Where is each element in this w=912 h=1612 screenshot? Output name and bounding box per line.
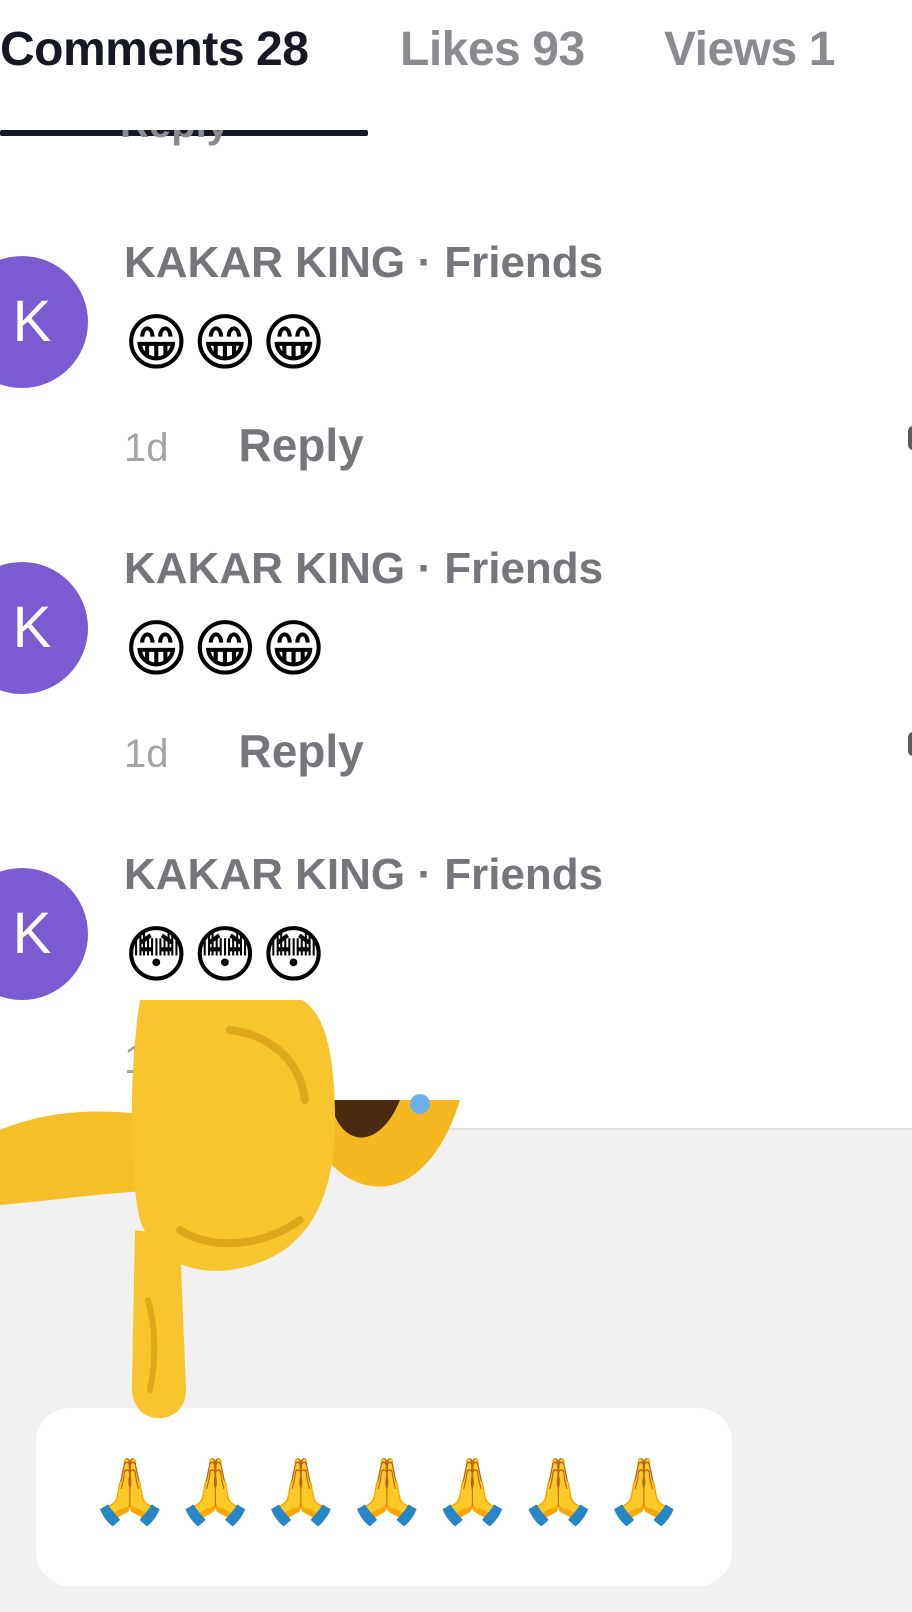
avatar[interactable]: K [0,562,88,694]
comment-author-line: KAKAR KING · Friends [124,850,603,900]
author-relation: Friends [444,238,604,287]
author-separator: · [405,544,445,593]
comment-author-line: KAKAR KING · Friends [124,544,603,594]
avatar[interactable]: K [0,256,88,388]
comment-item: K KAKAR KING · Friends 😁😁😁 1d Reply [0,138,912,471]
tab-views[interactable]: Views 1 [664,22,864,77]
tab-likes-label: Likes [400,23,521,76]
tab-comments[interactable]: Comments 28 [0,22,309,77]
tab-likes[interactable]: Likes 93 [400,22,585,77]
author-separator: · [405,850,445,899]
author-separator: · [405,238,445,287]
comments-screen: Comments28 Likes93 Views1 Reply K KAKAR … [0,0,912,1612]
comment-author[interactable]: KAKAR KING [124,544,405,593]
avatar-letter: K [12,901,52,966]
tab-comments-count: 28 [256,23,309,76]
comment-author[interactable]: KAKAR KING [124,850,405,899]
comment-author[interactable]: KAKAR KING [124,238,405,287]
avatar[interactable]: K [0,868,88,1000]
comment-item: K KAKAR KING · Friends 😁😁😁 1d Reply [0,444,912,777]
comment-text: 😳😳😳 [124,921,330,990]
tab-likes-count: 93 [532,23,585,76]
comment-text: 😁😁😁 [124,615,330,684]
pointing-hand-icon [0,1000,460,1419]
tab-bar: Comments 28 Likes 93 Views 1 [0,0,912,138]
avatar-letter: K [12,289,52,354]
comment-list: Reply K KAKAR KING · Friends 😁😁😁 1dReply… [0,130,912,1130]
comment-author-line: KAKAR KING · Friends [124,238,603,288]
caption-text: 🙏🙏🙏🙏🙏🙏🙏 [90,1455,690,1527]
avatar-letter: K [12,595,52,660]
tab-comments-label: Comments [0,23,245,76]
comment-text: 😁😁😁 [124,309,330,378]
tab-views-label: Views [664,23,797,76]
author-relation: Friends [444,850,604,899]
tab-views-count: 1 [808,23,836,76]
author-relation: Friends [444,544,604,593]
